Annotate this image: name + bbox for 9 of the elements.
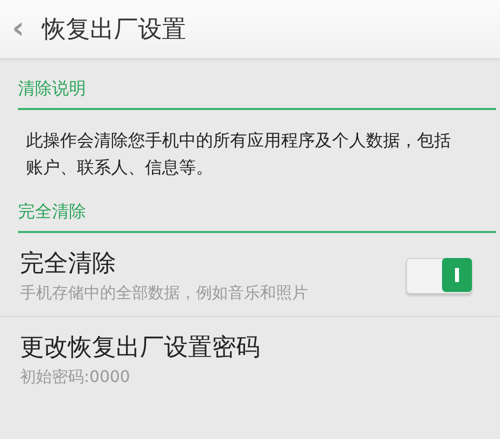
setting-title[interactable]: 完全清除 (20, 247, 406, 279)
description-text: 此操作会清除您手机中的所有应用程序及个人数据，包括账户、联系人、信息等。 (26, 130, 452, 180)
toggle-switch[interactable] (406, 258, 472, 294)
page-title: 恢复出厂设置 (42, 14, 186, 45)
setting-title[interactable]: 更改恢复出厂设置密码 (20, 331, 480, 363)
section-header: 完全清除 (18, 200, 496, 233)
section-header: 清除说明 (18, 77, 496, 110)
setting-subtitle: 初始密码:0000 (20, 367, 132, 388)
setting-subtitle: 手机存储中的全部数据，例如音乐和照片 (20, 283, 309, 304)
